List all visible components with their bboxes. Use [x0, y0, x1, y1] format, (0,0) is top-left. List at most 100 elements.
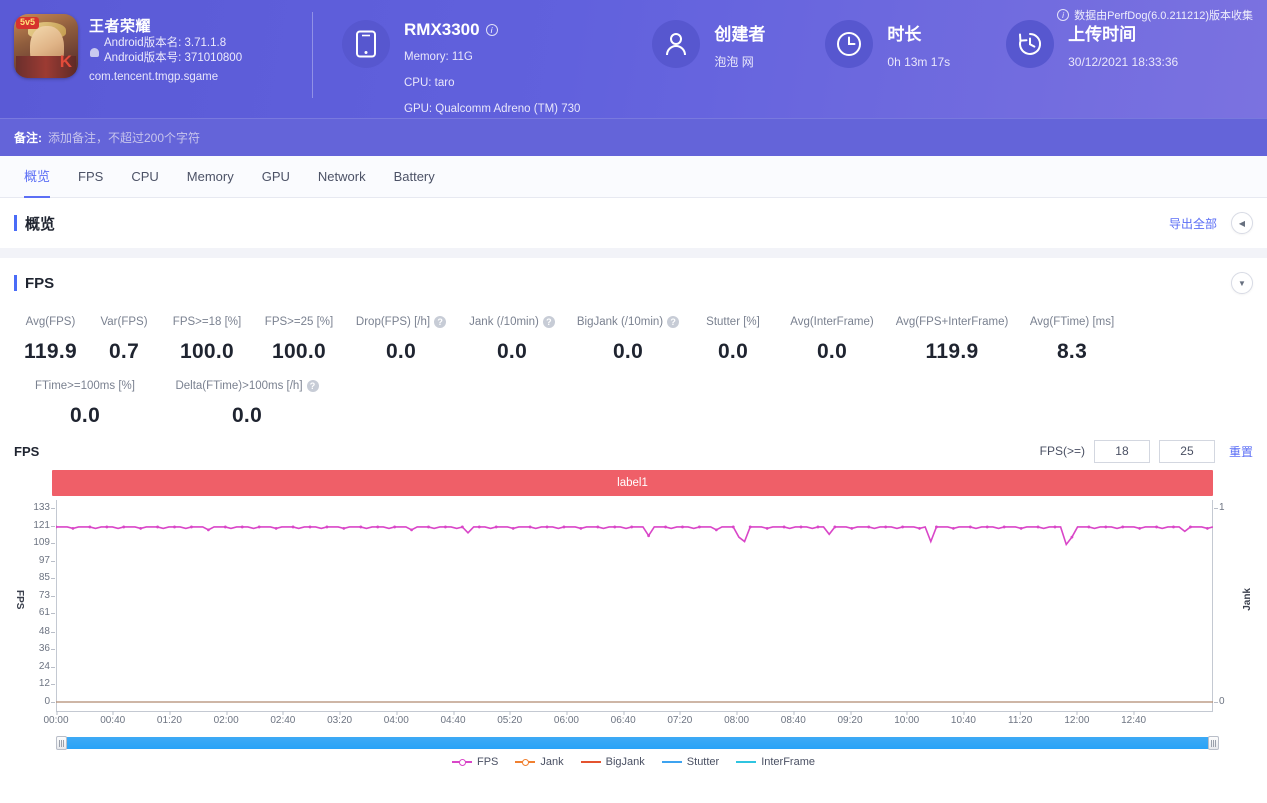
x-tick-label: 03:20: [327, 711, 353, 726]
collapse-left-icon[interactable]: ◀: [1231, 212, 1253, 234]
metric-label: Stutter [%]: [706, 316, 760, 328]
metric-value: 0.0: [717, 340, 749, 363]
clock-icon: [825, 20, 874, 68]
panel-gap: [0, 248, 1267, 258]
time-range-slider[interactable]: [56, 736, 1219, 750]
metric-cell: Avg(InterFrame) 0.0: [777, 316, 887, 364]
metric-label: FPS>=25 [%]: [264, 316, 334, 328]
x-tick-label: 01:20: [156, 711, 182, 726]
legend-item[interactable]: Stutter: [661, 756, 719, 768]
metric-value: 0.0: [69, 404, 101, 427]
threshold-high-input[interactable]: [1158, 439, 1215, 463]
tab-battery[interactable]: Battery: [380, 156, 449, 198]
device-memory: Memory: 11G: [404, 51, 473, 63]
metric-label: BigJank (/10min)?: [567, 316, 689, 328]
slider-handle-right[interactable]: [1208, 736, 1219, 750]
x-tick-label: 06:00: [553, 711, 579, 726]
app-header: 5v5 K 王者荣耀 Android版本名: 3.71.1.8 Android版…: [0, 0, 1267, 118]
user-icon: [652, 20, 701, 68]
metric-cell: Avg(FTime) [ms] 8.3: [1017, 316, 1127, 364]
reset-button[interactable]: 重置: [1229, 443, 1253, 460]
metric-value: 100.0: [271, 340, 327, 363]
overview-title-text: 概览: [25, 215, 56, 233]
y-tick-label: 12: [20, 678, 55, 689]
x-tick-label: 04:00: [383, 711, 409, 726]
legend-swatch: [452, 759, 472, 766]
help-icon[interactable]: ?: [306, 380, 319, 392]
game-app-icon: 5v5 K: [14, 14, 78, 78]
metric-label: Var(FPS): [100, 316, 148, 328]
y-tick-label: 73: [20, 590, 55, 601]
overview-panel-header: 概览 导出全部 ◀: [0, 198, 1267, 248]
metric-cell: FTime>=100ms [%] 0.0: [26, 380, 144, 428]
app-version-name: Android版本名: 3.71.1.8: [104, 37, 227, 49]
y-tick-label: 97: [20, 555, 55, 566]
tab-network[interactable]: Network: [304, 156, 380, 198]
help-icon[interactable]: ?: [434, 316, 447, 328]
help-icon[interactable]: ?: [667, 316, 680, 328]
metric-value: 0.0: [231, 404, 263, 427]
fps-metrics-row-2: FTime>=100ms [%] 0.0 Delta(FTime)>100ms [/…: [14, 380, 1253, 428]
help-icon[interactable]: ?: [542, 316, 555, 328]
slider-handle-left[interactable]: [56, 736, 67, 750]
y-tick-label: 133: [20, 502, 55, 513]
app-version-code: Android版本号: 371010800: [104, 52, 243, 64]
fps-line-series: [56, 525, 1213, 703]
metric-value: 0.0: [612, 340, 644, 363]
perfdog-version-text: 数据由PerfDog(6.0.211212)版本收集: [1074, 10, 1253, 22]
y-tick-label: 61: [20, 607, 55, 618]
metric-label: Avg(FTime) [ms]: [1029, 316, 1115, 328]
fps-title-text: FPS: [25, 274, 55, 292]
tab-memory[interactable]: Memory: [173, 156, 248, 198]
device-info-icon[interactable]: i: [485, 24, 498, 36]
phone-icon: [342, 20, 390, 68]
y-tick-label: 121: [20, 520, 55, 531]
title-accent-bar: [14, 215, 17, 231]
tab-cpu[interactable]: CPU: [117, 156, 172, 198]
x-tick-label: 04:40: [440, 711, 466, 726]
app-icon-badge: 5v5: [16, 17, 40, 29]
header-divider: [312, 12, 313, 98]
export-all-link[interactable]: 导出全部: [1169, 215, 1217, 232]
legend-item[interactable]: InterFrame: [736, 756, 815, 768]
metric-value: 100.0: [179, 340, 235, 363]
x-axis-ticks: 00:00 00:40 01:20 02:00 02:40 03:20 04:00 04:40…: [43, 711, 1212, 732]
device-gpu: GPU: Qualcomm Adreno (TM) 730: [404, 103, 581, 115]
threshold-low-input[interactable]: [1093, 439, 1150, 463]
legend-item[interactable]: FPS: [452, 756, 498, 768]
history-icon: [1006, 20, 1055, 68]
app-icon-kmark: K: [59, 52, 72, 71]
legend-swatch: [736, 761, 757, 763]
plot-area: FPS Jank 133 121 109 97 85 73 61 48 36 24 12 0 10: [14, 500, 1253, 712]
tab-overview[interactable]: 概览: [10, 156, 64, 198]
metric-value: 0.0: [385, 340, 417, 363]
x-tick-label: 02:00: [213, 711, 239, 726]
metric-value: 0.7: [108, 340, 140, 363]
metric-cell: FPS>=18 [%] 100.0: [161, 316, 253, 364]
legend-label: BigJank: [605, 756, 645, 768]
x-tick-label: 12:40: [1121, 711, 1147, 726]
metric-cell: Drop(FPS) [/h]? 0.0: [345, 316, 457, 364]
metric-cell: FPS>=25 [%] 100.0: [253, 316, 345, 364]
legend-item[interactable]: BigJank: [580, 756, 645, 768]
creator-block: 创建者 泡泡 网: [652, 0, 765, 71]
metric-value: 8.3: [1056, 340, 1088, 363]
y-tick-label: 0: [20, 696, 55, 707]
legend-swatch: [515, 759, 536, 766]
chart-legend: FPS Jank BigJank Stutter InterFrame: [14, 756, 1253, 768]
tab-fps[interactable]: FPS: [64, 156, 117, 198]
x-tick-label: 02:40: [270, 711, 296, 726]
fps-chart: FPS FPS(>=) 重置 label1 FPS Jank 133121109…: [0, 434, 1267, 768]
legend-item[interactable]: Jank: [515, 756, 564, 768]
tab-gpu[interactable]: GPU: [248, 156, 304, 198]
device-cpu: CPU: taro: [404, 77, 455, 89]
threshold-label: FPS(>=): [1039, 444, 1085, 458]
info-icon: i: [1057, 9, 1070, 21]
upload-time-value: 30/12/2021 18:33:36: [1068, 55, 1179, 69]
chevron-down-icon[interactable]: ▼: [1231, 272, 1253, 294]
metric-value: 119.9: [24, 340, 77, 363]
metric-cell: Delta(FTime)>100ms [/h]? 0.0: [172, 380, 322, 428]
note-input[interactable]: [48, 130, 448, 145]
label-banner[interactable]: label1: [52, 470, 1213, 496]
slider-track[interactable]: [65, 737, 1210, 749]
